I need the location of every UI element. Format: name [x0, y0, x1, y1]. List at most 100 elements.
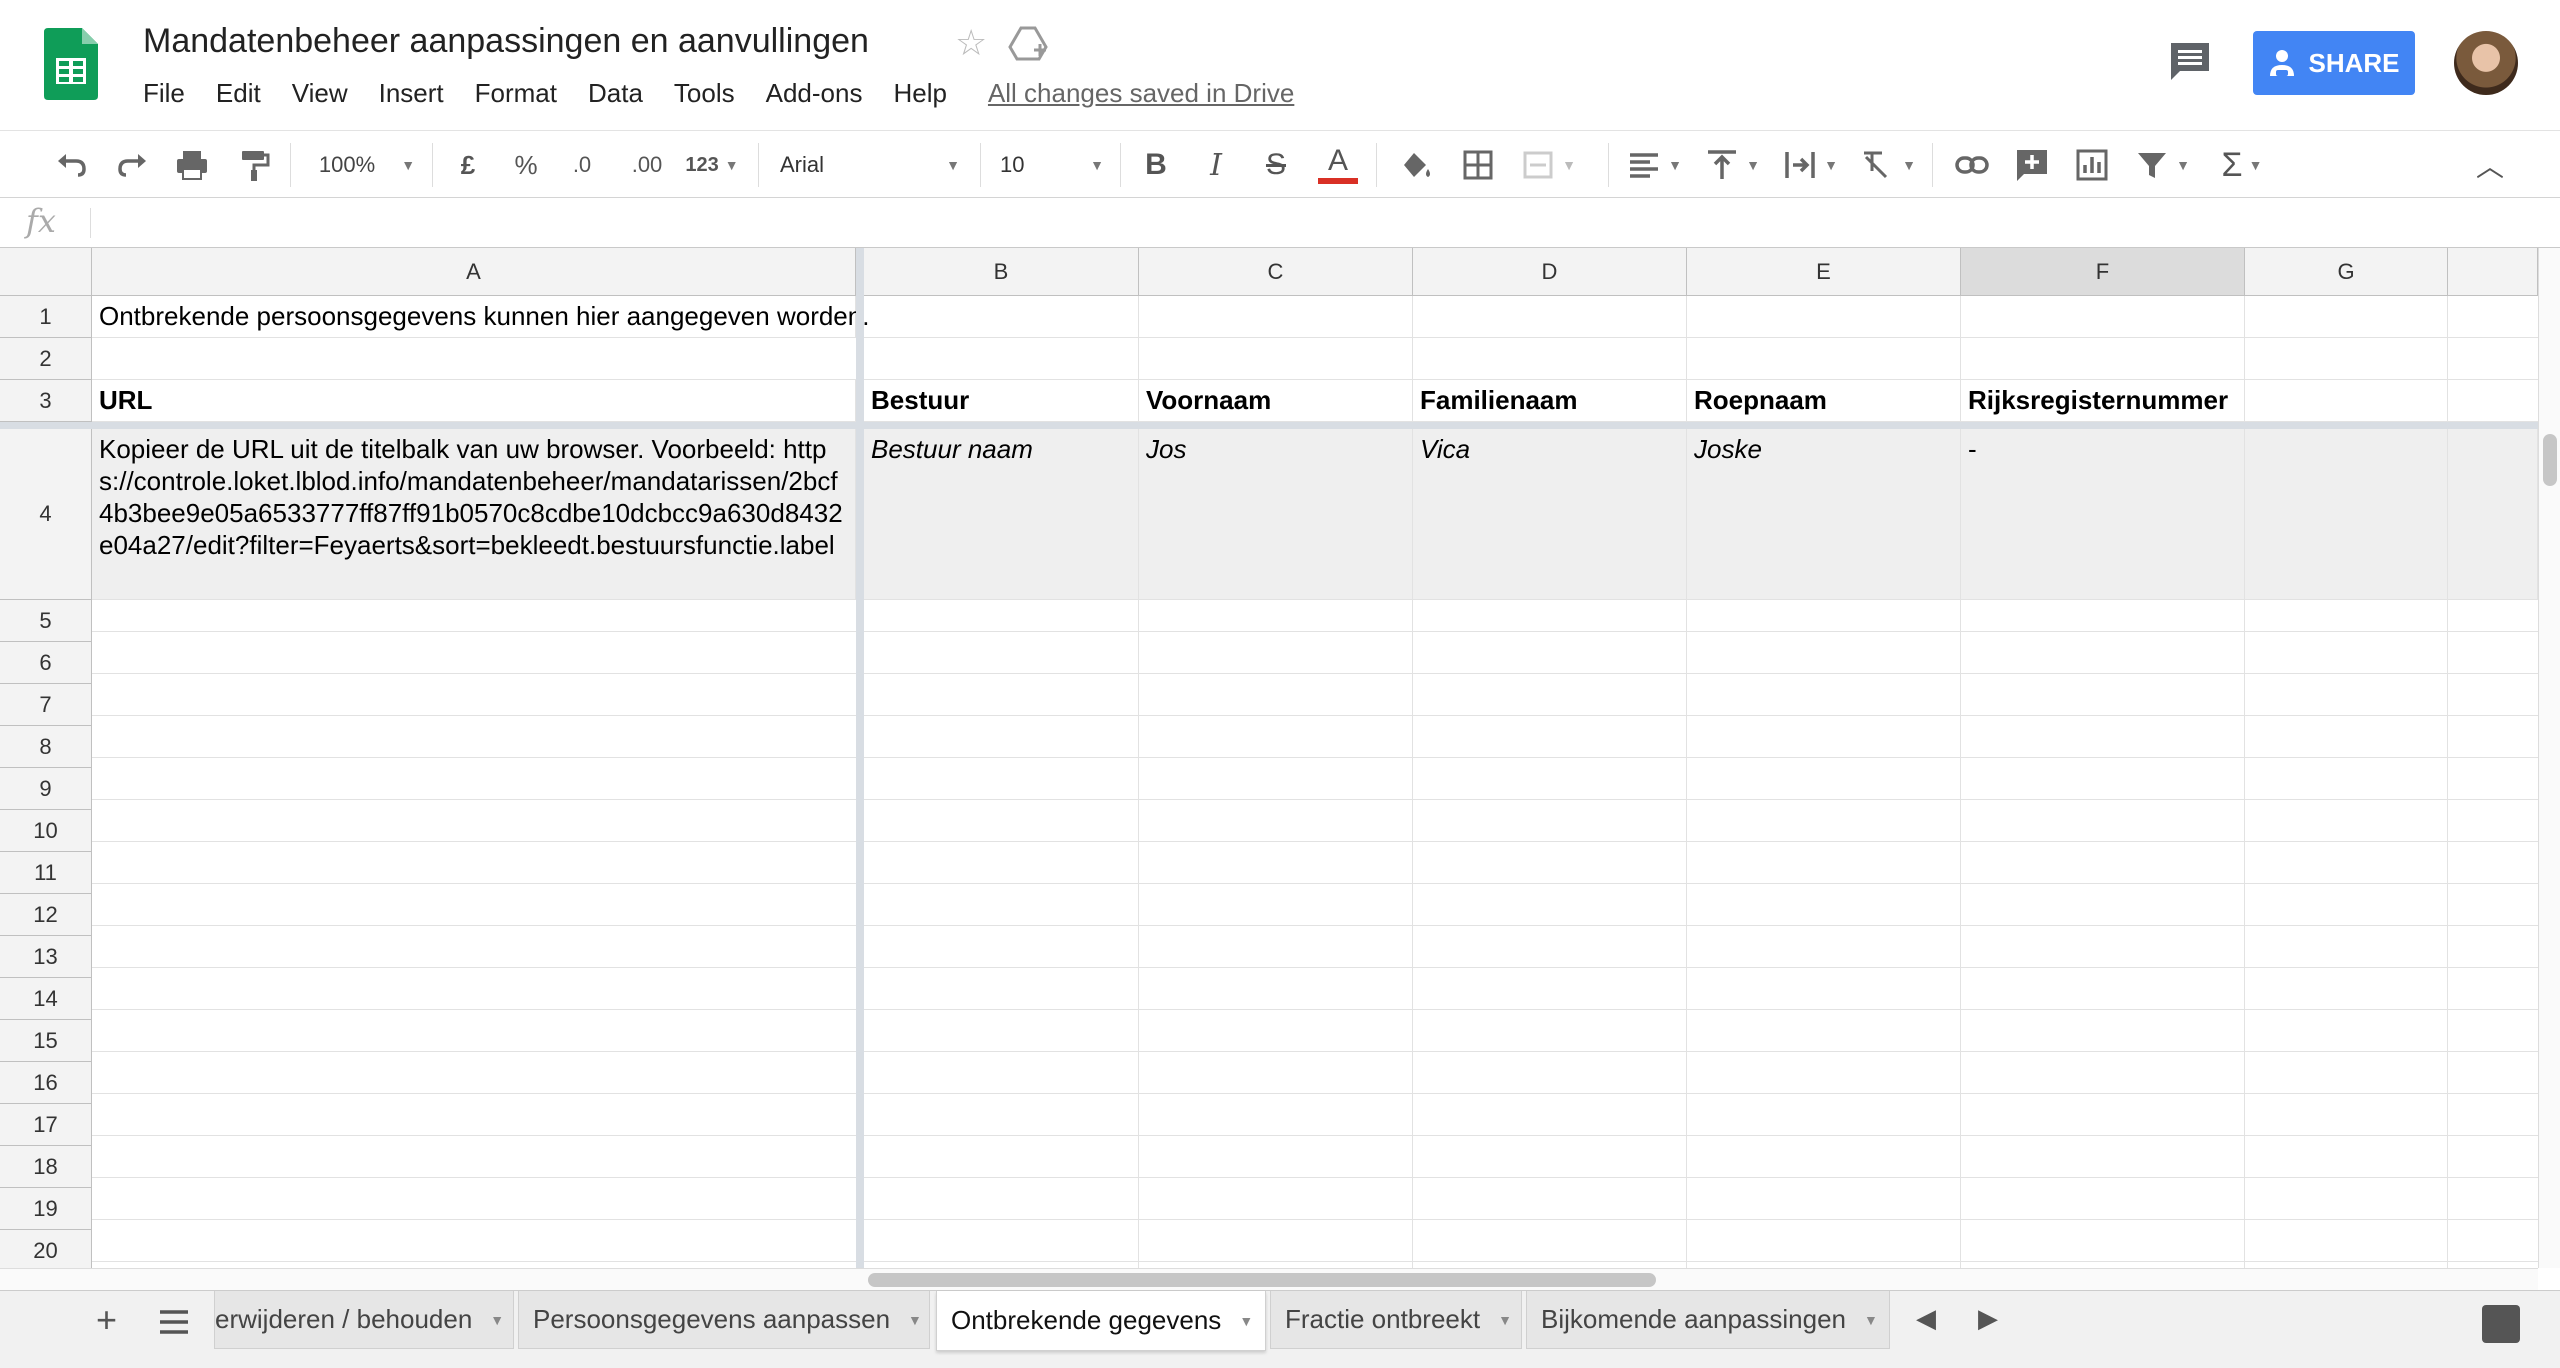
- row-header-14[interactable]: 14: [0, 978, 92, 1020]
- functions-icon[interactable]: Σ ▼: [2212, 131, 2272, 199]
- row-header-16[interactable]: 16: [0, 1062, 92, 1104]
- insert-comment-icon[interactable]: [2012, 131, 2052, 199]
- insert-chart-icon[interactable]: [2072, 131, 2112, 199]
- menu-insert[interactable]: Insert: [379, 78, 444, 109]
- row-header-1[interactable]: 1: [0, 296, 92, 338]
- sheet-tab-menu-icon[interactable]: ▼: [490, 1312, 504, 1328]
- row-header-11[interactable]: 11: [0, 852, 92, 894]
- font-size-select[interactable]: 10 ▼: [1000, 131, 1104, 199]
- cell-a4[interactable]: Kopieer de URL uit de titelbalk van uw b…: [92, 429, 856, 600]
- scroll-tabs-right-icon[interactable]: ▶: [1978, 1303, 1998, 1334]
- sheet-tab-ontbrekende-gegevens[interactable]: Ontbrekende gegevens ▼: [936, 1291, 1266, 1351]
- cell-c3[interactable]: Voornaam: [1139, 380, 1413, 422]
- menu-data[interactable]: Data: [588, 78, 643, 109]
- menu-tools[interactable]: Tools: [674, 78, 735, 109]
- cell-e4[interactable]: Joske: [1687, 429, 1961, 600]
- cell-f3[interactable]: Rijksregisternummer: [1961, 380, 2245, 422]
- select-all-corner[interactable]: [0, 248, 92, 296]
- row-header-2[interactable]: 2: [0, 338, 92, 380]
- menu-addons[interactable]: Add-ons: [766, 78, 863, 109]
- save-status-link[interactable]: All changes saved in Drive: [988, 78, 1294, 109]
- fill-color-icon[interactable]: [1396, 131, 1436, 199]
- share-button[interactable]: SHARE: [2253, 31, 2415, 95]
- document-title[interactable]: Mandatenbeheer aanpassingen en aanvullin…: [143, 22, 869, 61]
- column-header-d[interactable]: D: [1413, 248, 1687, 296]
- column-header-c[interactable]: C: [1139, 248, 1413, 296]
- cell-d4[interactable]: Vica: [1413, 429, 1687, 600]
- cell-e3[interactable]: Roepnaam: [1687, 380, 1961, 422]
- more-formats-button[interactable]: 123 ▼: [680, 131, 744, 199]
- frozen-row-divider[interactable]: [0, 422, 2538, 429]
- move-to-drive-icon[interactable]: [1008, 24, 1048, 64]
- row-header-9[interactable]: 9: [0, 768, 92, 810]
- cell-a3[interactable]: URL: [92, 380, 856, 422]
- horizontal-scrollbar[interactable]: [864, 1268, 2538, 1290]
- row-header-3[interactable]: 3: [0, 380, 92, 422]
- column-header-g[interactable]: G: [2245, 248, 2448, 296]
- row-header-19[interactable]: 19: [0, 1188, 92, 1230]
- row-header-15[interactable]: 15: [0, 1020, 92, 1062]
- column-header-f[interactable]: F: [1961, 248, 2245, 296]
- row-header-20[interactable]: 20: [0, 1230, 92, 1268]
- font-family-select[interactable]: Arial ▼: [780, 131, 960, 199]
- horizontal-align-icon[interactable]: ▼: [1624, 131, 1684, 199]
- column-header-e[interactable]: E: [1687, 248, 1961, 296]
- vertical-scrollbar[interactable]: [2538, 248, 2560, 1268]
- frozen-column-divider[interactable]: [856, 248, 864, 1268]
- bold-icon[interactable]: B: [1136, 131, 1176, 199]
- sheet-tab-menu-icon[interactable]: ▼: [1864, 1312, 1878, 1328]
- formula-input[interactable]: [100, 198, 2540, 246]
- text-color-icon[interactable]: A: [1316, 131, 1360, 199]
- vertical-scroll-thumb[interactable]: [2543, 434, 2557, 486]
- collapse-menus-icon[interactable]: ︿: [2470, 131, 2510, 199]
- paint-format-icon[interactable]: [234, 131, 274, 199]
- star-icon[interactable]: ☆: [955, 22, 987, 64]
- sheet-tab-persoonsgegevens[interactable]: Persoonsgegevens aanpassen ▼: [518, 1291, 930, 1349]
- column-header-h[interactable]: [2448, 248, 2538, 296]
- row-header-18[interactable]: 18: [0, 1146, 92, 1188]
- row-header-17[interactable]: 17: [0, 1104, 92, 1146]
- percent-format-button[interactable]: %: [508, 131, 544, 199]
- row-header-12[interactable]: 12: [0, 894, 92, 936]
- zoom-select[interactable]: 100% ▼: [312, 131, 422, 199]
- row-header-5[interactable]: 5: [0, 600, 92, 642]
- cell-b4[interactable]: Bestuur naam: [864, 429, 1139, 600]
- row-header-10[interactable]: 10: [0, 810, 92, 852]
- menu-help[interactable]: Help: [893, 78, 946, 109]
- sheets-logo-icon[interactable]: [44, 28, 98, 100]
- sheet-tab-verwijderen[interactable]: erwijderen / behouden ▼: [214, 1291, 514, 1349]
- cell-a1[interactable]: Ontbrekende persoonsgegevens kunnen hier…: [92, 296, 869, 338]
- cell-g4[interactable]: [2245, 429, 2448, 600]
- sheet-tab-fractie-ontbreekt[interactable]: Fractie ontbreekt ▼: [1270, 1291, 1522, 1349]
- explore-icon[interactable]: [2482, 1305, 2520, 1343]
- cell-d3[interactable]: Familienaam: [1413, 380, 1687, 422]
- horizontal-scroll-thumb[interactable]: [868, 1273, 1656, 1287]
- sheet-tab-menu-icon[interactable]: ▼: [1498, 1312, 1512, 1328]
- comments-icon[interactable]: [2168, 40, 2212, 82]
- menu-edit[interactable]: Edit: [216, 78, 261, 109]
- row-header-4[interactable]: 4: [0, 429, 92, 600]
- menu-file[interactable]: File: [143, 78, 185, 109]
- decrease-decimals-button[interactable]: .0: [562, 131, 602, 199]
- italic-icon[interactable]: I: [1196, 131, 1236, 199]
- filter-icon[interactable]: ▼: [2132, 131, 2192, 199]
- redo-icon[interactable]: [112, 131, 152, 199]
- merge-cells-icon[interactable]: ▼: [1518, 131, 1578, 199]
- undo-icon[interactable]: [52, 131, 92, 199]
- cell-b3[interactable]: Bestuur: [864, 380, 1139, 422]
- text-rotation-icon[interactable]: ▼: [1858, 131, 1918, 199]
- vertical-align-icon[interactable]: ▼: [1702, 131, 1762, 199]
- cell-c4[interactable]: Jos: [1139, 429, 1413, 600]
- sheet-tab-menu-icon[interactable]: ▼: [908, 1312, 922, 1328]
- strikethrough-icon[interactable]: S: [1256, 131, 1296, 199]
- print-icon[interactable]: [172, 131, 212, 199]
- row-header-6[interactable]: 6: [0, 642, 92, 684]
- row-header-13[interactable]: 13: [0, 936, 92, 978]
- row-header-7[interactable]: 7: [0, 684, 92, 726]
- sheet-tab-menu-icon[interactable]: ▼: [1239, 1313, 1253, 1329]
- add-sheet-icon[interactable]: +: [96, 1299, 117, 1341]
- sheet-tab-bijkomende-aanpassingen[interactable]: Bijkomende aanpassingen ▼: [1526, 1291, 1890, 1349]
- column-header-b[interactable]: B: [864, 248, 1139, 296]
- text-wrapping-icon[interactable]: ▼: [1780, 131, 1840, 199]
- borders-icon[interactable]: [1458, 131, 1498, 199]
